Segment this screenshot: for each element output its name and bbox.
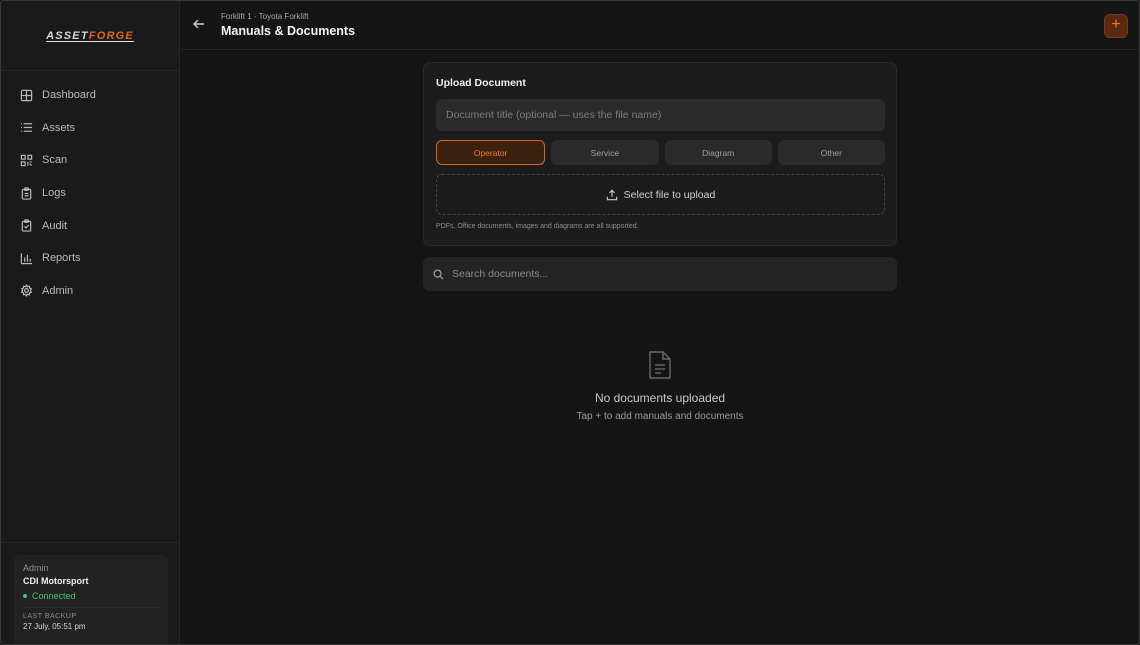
sidebar: ASSETFORGE Dashboard Assets Scan Logs Au…: [1, 1, 180, 644]
sidebar-item-dashboard[interactable]: Dashboard: [1, 79, 179, 112]
upload-card: Upload Document Operator Service Diagram…: [423, 62, 897, 246]
breadcrumb: Forklift 1 · Toyota Forklift: [221, 12, 309, 21]
add-document-button[interactable]: +: [1104, 14, 1128, 38]
search-bar: [423, 257, 897, 291]
last-backup-value: 27 July, 05:51 pm: [23, 622, 86, 631]
connection-status: Connected: [23, 591, 159, 601]
sidebar-item-assets[interactable]: Assets: [1, 112, 179, 145]
sidebar-divider: [1, 542, 180, 543]
search-icon: [433, 269, 444, 280]
account-card: Admin CDI Motorsport Connected LAST BACK…: [14, 555, 168, 644]
clipboard-icon: [21, 186, 32, 200]
last-backup-label: LAST BACKUP: [23, 613, 77, 620]
select-file-button[interactable]: Select file to upload: [436, 174, 885, 215]
app-logo[interactable]: ASSETFORGE: [46, 30, 134, 42]
empty-state-subtitle: Tap + to add manuals and documents: [576, 411, 744, 422]
sidebar-item-label: Scan: [42, 154, 68, 167]
document-icon: [646, 350, 674, 380]
sidebar-item-admin[interactable]: Admin: [1, 275, 179, 308]
upload-card-title: Upload Document: [436, 77, 526, 89]
sidebar-item-scan[interactable]: Scan: [1, 144, 179, 177]
account-name: CDI Motorsport: [23, 576, 89, 586]
status-dot-icon: [23, 594, 27, 598]
select-file-label: Select file to upload: [623, 188, 716, 201]
upload-icon: [606, 188, 617, 200]
logo-area: ASSETFORGE: [1, 1, 179, 71]
sidebar-item-label: Admin: [42, 284, 74, 297]
sidebar-item-audit[interactable]: Audit: [1, 209, 179, 242]
sidebar-item-reports[interactable]: Reports: [1, 242, 179, 275]
back-button[interactable]: [192, 17, 208, 33]
type-option-diagram[interactable]: Diagram: [664, 140, 772, 165]
search-input[interactable]: [452, 257, 882, 291]
sidebar-item-label: Reports: [42, 252, 81, 265]
grid-icon: [20, 89, 33, 102]
app-window: ASSETFORGE Dashboard Assets Scan Logs Au…: [0, 0, 1140, 645]
clipboard-check-icon: [21, 219, 32, 232]
qr-icon: [20, 154, 33, 167]
account-role: Admin: [23, 563, 49, 573]
sidebar-item-logs[interactable]: Logs: [1, 177, 179, 210]
sidebar-item-label: Logs: [42, 187, 66, 200]
document-title-input[interactable]: [436, 99, 885, 131]
arrow-left-icon: [193, 19, 204, 29]
empty-state-title: No documents uploaded: [594, 391, 726, 405]
document-type-selector: Operator Service Diagram Other: [436, 140, 885, 165]
page-header: Forklift 1 · Toyota Forklift Manuals & D…: [181, 1, 1139, 50]
sidebar-item-label: Assets: [42, 121, 76, 134]
bar-chart-icon: [20, 253, 33, 264]
type-option-service[interactable]: Service: [551, 140, 659, 165]
supported-formats-hint: PDFs, Office documents, images and diagr…: [436, 223, 639, 230]
list-icon: [20, 123, 33, 133]
type-option-other[interactable]: Other: [777, 140, 885, 165]
connection-status-label: Connected: [32, 591, 76, 601]
logo-text-forge: FORGE: [88, 29, 134, 42]
sidebar-nav: Dashboard Assets Scan Logs Audit Reports: [1, 71, 179, 307]
page-title: Manuals & Documents: [221, 24, 356, 38]
gear-icon: [20, 284, 33, 298]
sidebar-item-label: Dashboard: [42, 89, 96, 102]
sidebar-item-label: Audit: [42, 219, 68, 232]
logo-text-asset: ASSET: [46, 29, 89, 42]
type-option-operator[interactable]: Operator: [436, 140, 546, 165]
account-divider: [23, 607, 159, 608]
